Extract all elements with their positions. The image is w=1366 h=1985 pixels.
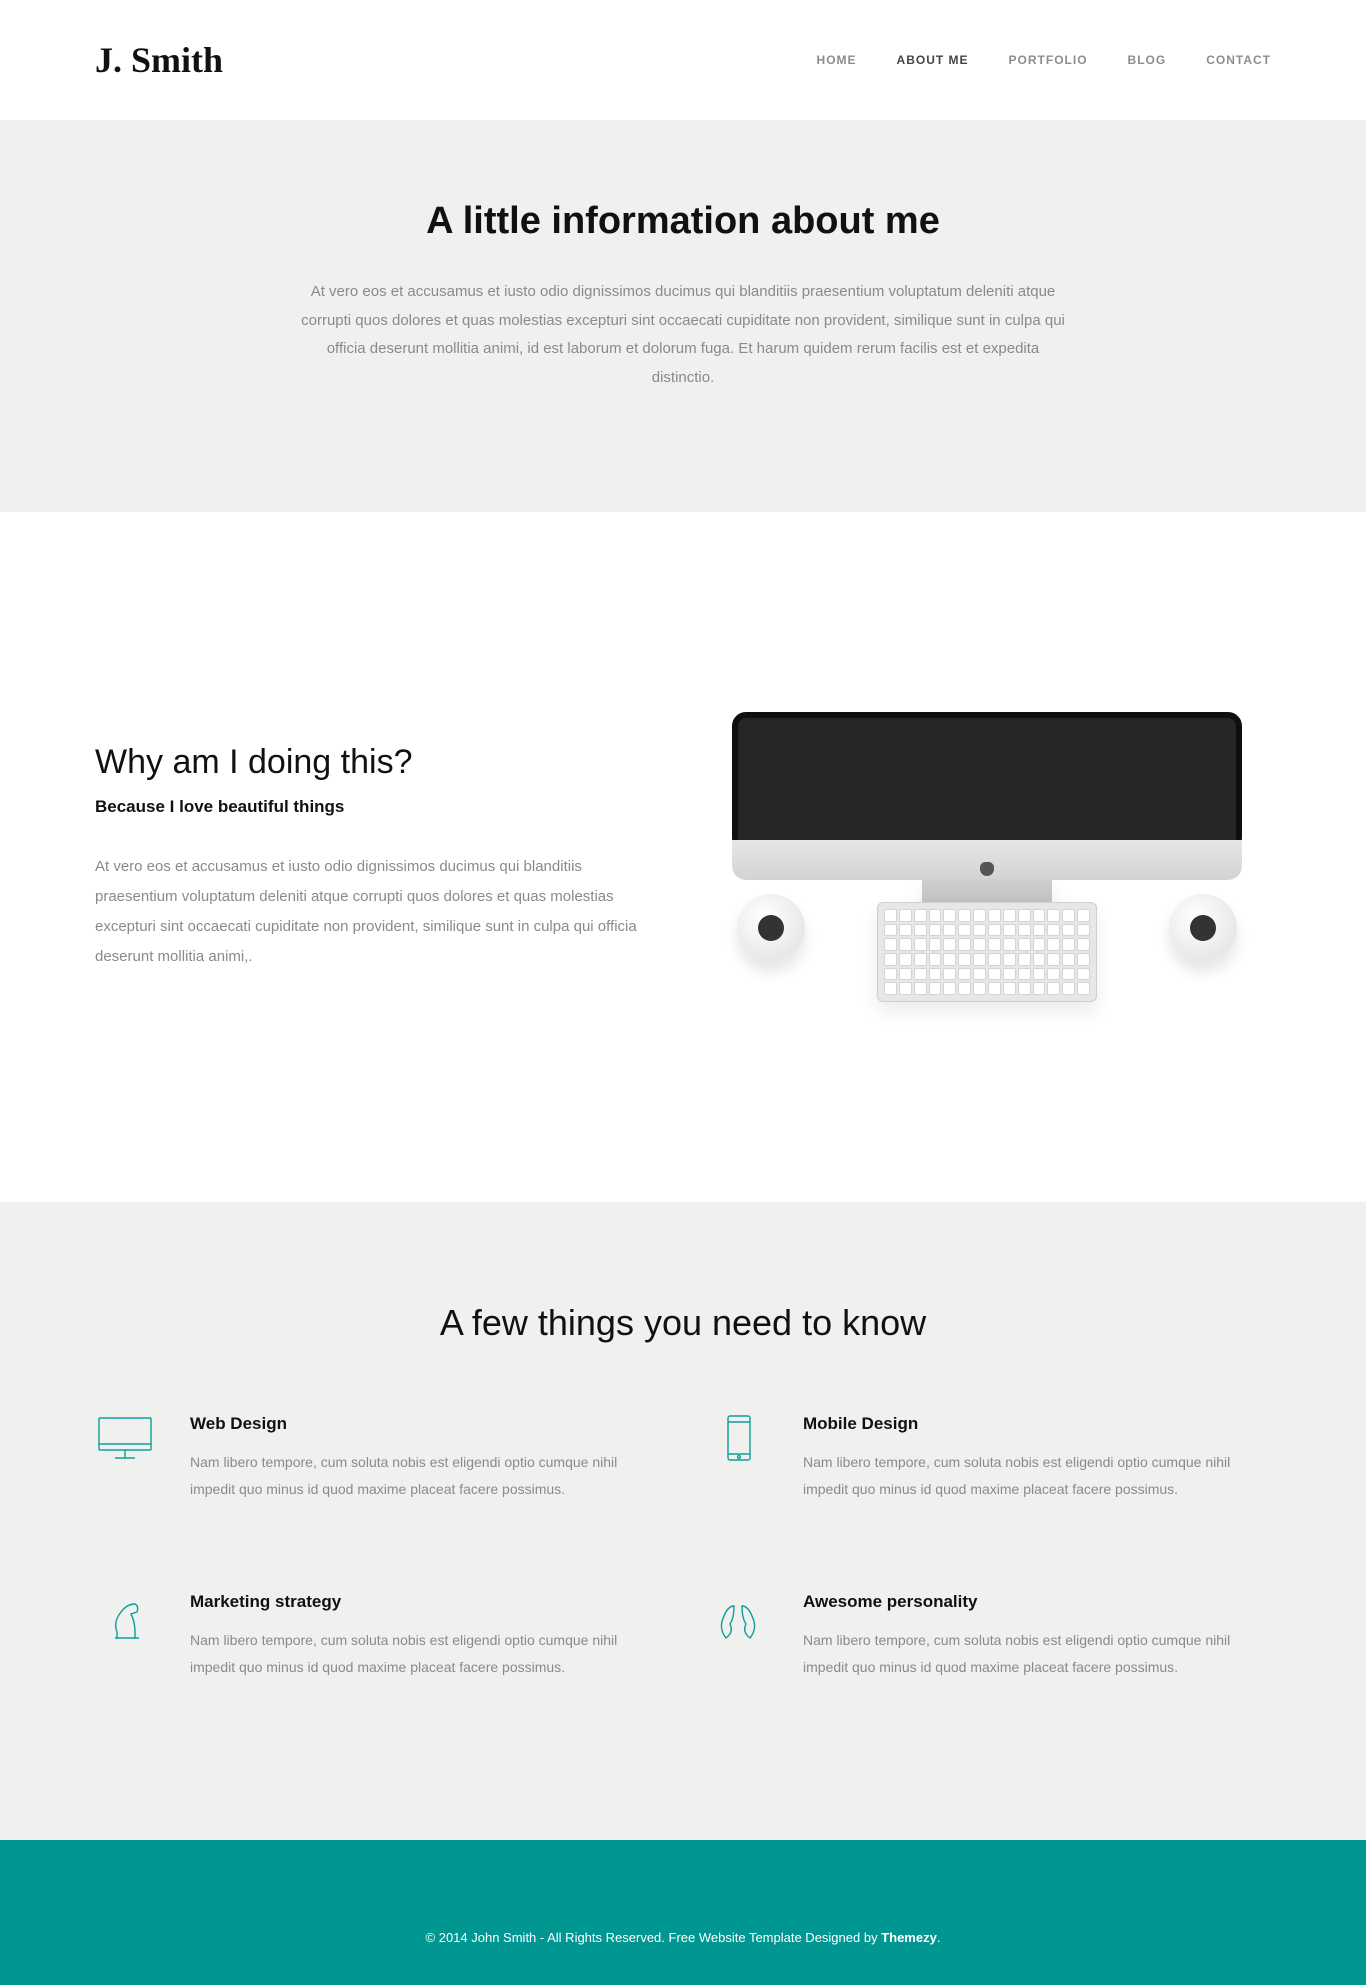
why-image — [703, 712, 1271, 1002]
monitor-icon — [95, 1414, 155, 1464]
nav-portfolio[interactable]: PORTFOLIO — [1009, 53, 1088, 67]
why-section: Why am I doing this? Because I love beau… — [0, 512, 1366, 1202]
why-body: At vero eos et accusamus et iusto odio d… — [95, 852, 663, 972]
skills-grid: Web Design Nam libero tempore, cum solut… — [95, 1414, 1271, 1680]
skill-mobile-design: Mobile Design Nam libero tempore, cum so… — [708, 1414, 1271, 1502]
logo[interactable]: J. Smith — [95, 39, 223, 81]
skill-body: Nam libero tempore, cum soluta nobis est… — [190, 1627, 658, 1680]
main-nav: HOME ABOUT ME PORTFOLIO BLOG CONTACT — [817, 53, 1271, 67]
speaker-left-icon — [737, 894, 805, 962]
nav-about[interactable]: ABOUT ME — [897, 53, 969, 67]
nav-contact[interactable]: CONTACT — [1206, 53, 1271, 67]
footer-text: © 2014 John Smith - All Rights Reserved.… — [426, 1930, 882, 1945]
skill-title: Mobile Design — [803, 1414, 1271, 1434]
footer-suffix: . — [937, 1930, 941, 1945]
why-subtitle: Because I love beautiful things — [95, 797, 663, 817]
skill-title: Awesome personality — [803, 1592, 1271, 1612]
skill-body: Nam libero tempore, cum soluta nobis est… — [803, 1627, 1271, 1680]
monitor-icon — [732, 712, 1242, 852]
footer-link[interactable]: Themezy — [881, 1930, 937, 1945]
skill-body: Nam libero tempore, cum soluta nobis est… — [190, 1449, 658, 1502]
profiles-icon — [708, 1592, 768, 1642]
why-text: Why am I doing this? Because I love beau… — [95, 743, 663, 972]
hero-section: A little information about me At vero eo… — [0, 120, 1366, 512]
skills-title: A few things you need to know — [95, 1302, 1271, 1344]
site-footer: © 2014 John Smith - All Rights Reserved.… — [0, 1840, 1366, 1985]
knight-icon — [95, 1592, 155, 1642]
hero-title: A little information about me — [0, 200, 1366, 243]
speaker-right-icon — [1169, 894, 1237, 962]
phone-icon — [708, 1414, 768, 1464]
apple-logo-icon — [980, 862, 994, 876]
hero-body: At vero eos et accusamus et iusto odio d… — [298, 278, 1068, 392]
skill-title: Marketing strategy — [190, 1592, 658, 1612]
skills-section: A few things you need to know Web Design… — [0, 1202, 1366, 1840]
skill-marketing: Marketing strategy Nam libero tempore, c… — [95, 1592, 658, 1680]
skill-personality: Awesome personality Nam libero tempore, … — [708, 1592, 1271, 1680]
skill-web-design: Web Design Nam libero tempore, cum solut… — [95, 1414, 658, 1502]
skill-body: Nam libero tempore, cum soluta nobis est… — [803, 1449, 1271, 1502]
skill-title: Web Design — [190, 1414, 658, 1434]
keyboard-icon — [877, 902, 1097, 1002]
why-title: Why am I doing this? — [95, 743, 663, 782]
desktop-illustration — [717, 712, 1257, 1002]
nav-home[interactable]: HOME — [817, 53, 857, 67]
nav-blog[interactable]: BLOG — [1128, 53, 1167, 67]
site-header: J. Smith HOME ABOUT ME PORTFOLIO BLOG CO… — [0, 0, 1366, 120]
